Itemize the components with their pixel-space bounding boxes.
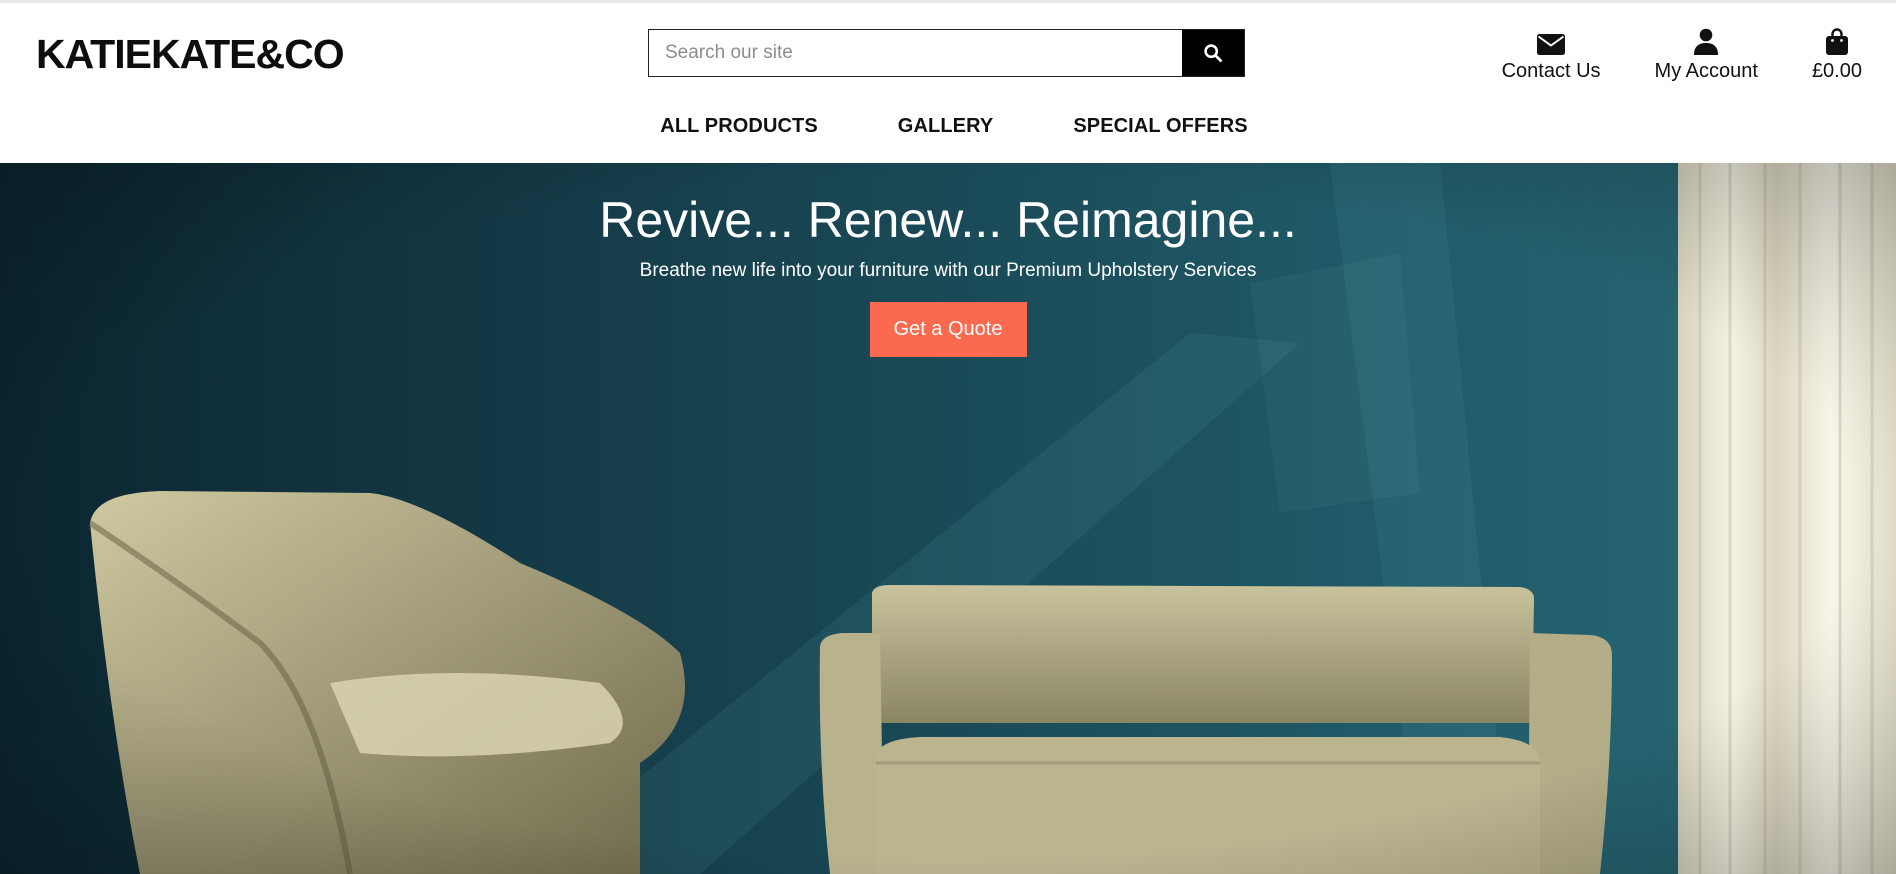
site-header: KATIEKATE&CO Contact Us <box>0 3 1896 163</box>
contact-us-link[interactable]: Contact Us <box>1502 25 1601 83</box>
brand-logo[interactable]: KATIEKATE&CO <box>36 31 345 78</box>
my-account-label: My Account <box>1654 60 1758 82</box>
main-nav: ALL PRODUCTS GALLERY SPECIAL OFFERS <box>0 115 1896 138</box>
account-nav: Contact Us My Account £0.00 <box>1502 25 1862 83</box>
search-form <box>648 29 1245 77</box>
hero-title: Revive... Renew... Reimagine... <box>599 192 1297 248</box>
envelope-icon <box>1537 25 1566 55</box>
search-input[interactable] <box>649 30 1182 76</box>
contact-us-label: Contact Us <box>1501 60 1601 82</box>
my-account-link[interactable]: My Account <box>1655 25 1758 83</box>
shopping-bag-icon <box>1825 25 1848 55</box>
get-a-quote-button[interactable]: Get a Quote <box>869 302 1027 357</box>
search-button[interactable] <box>1182 30 1244 76</box>
basket-link[interactable]: £0.00 <box>1812 25 1862 83</box>
nav-gallery[interactable]: GALLERY <box>898 115 994 138</box>
user-icon <box>1694 25 1719 55</box>
basket-total: £0.00 <box>1811 60 1862 82</box>
hero-banner: Revive... Renew... Reimagine... Breathe … <box>0 163 1896 874</box>
hero-subtitle: Breathe new life into your furniture wit… <box>639 260 1257 281</box>
hero-content: Revive... Renew... Reimagine... Breathe … <box>0 163 1896 357</box>
search-icon <box>1204 44 1223 63</box>
nav-all-products[interactable]: ALL PRODUCTS <box>660 115 818 138</box>
nav-special-offers[interactable]: SPECIAL OFFERS <box>1073 115 1247 138</box>
